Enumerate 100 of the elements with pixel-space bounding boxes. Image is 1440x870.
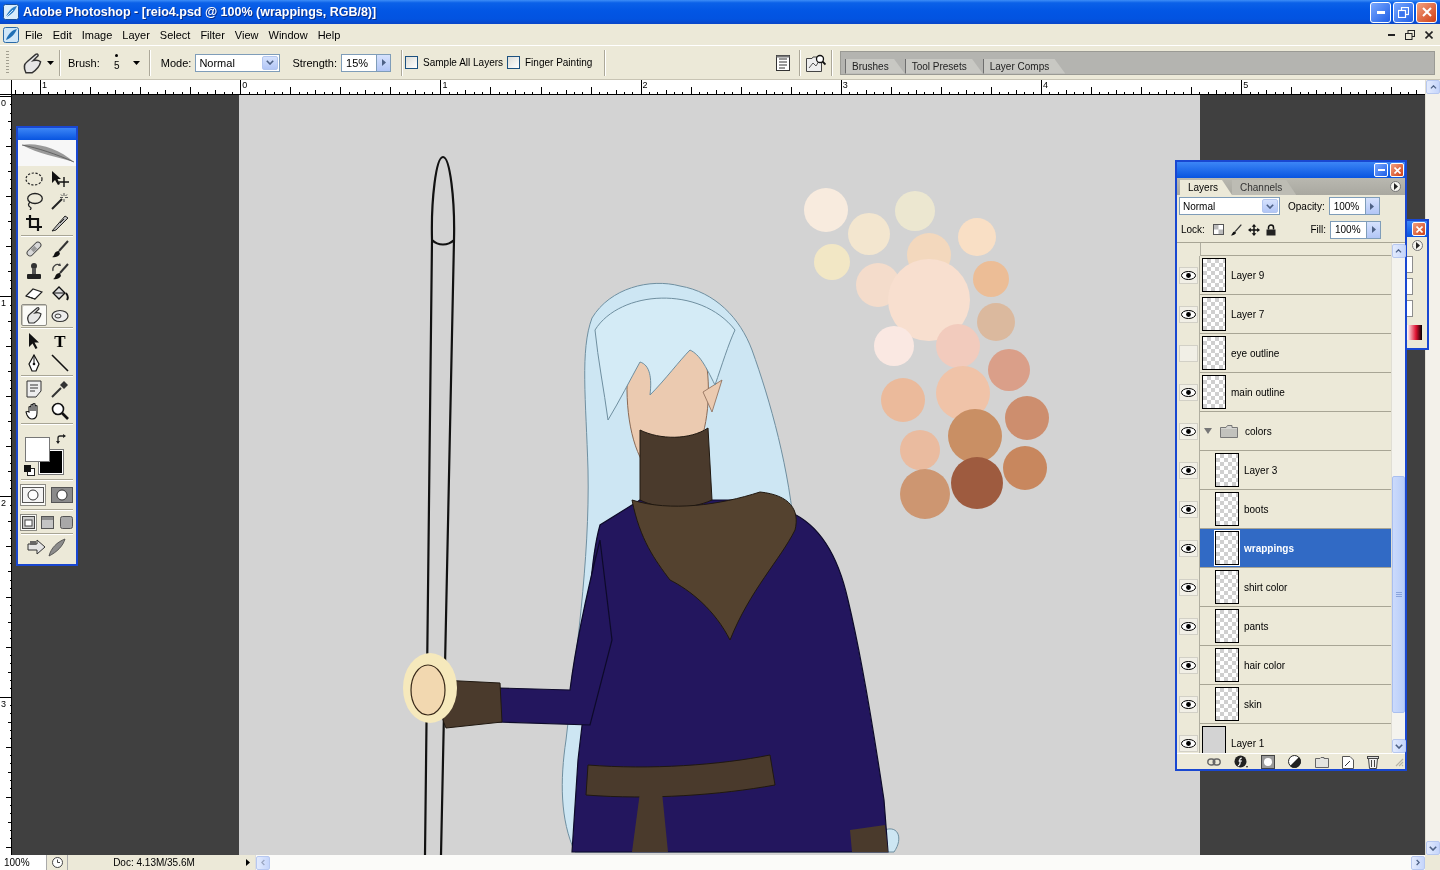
trash-icon[interactable] [1367,755,1379,769]
disclosure-triangle-icon[interactable] [1204,427,1212,435]
layer-row[interactable]: skin [1200,685,1391,724]
opacity-field[interactable]: 100% [1328,197,1365,215]
menu-item[interactable]: Window [263,25,313,44]
ruler-number: 3 [1,698,6,709]
layer-row[interactable]: pants [1200,607,1391,646]
visibility-toggle[interactable] [1178,579,1198,596]
layer-row[interactable]: Layer 7 [1200,295,1391,334]
palette-menu-button[interactable] [1412,240,1423,251]
fill-field[interactable]: 100% [1330,220,1366,239]
foreground-color-swatch[interactable] [25,437,50,462]
screen-mode-button[interactable] [38,513,56,531]
menu-item[interactable]: Layer [117,25,155,44]
blend-mode-dropdown[interactable]: Normal [1179,197,1280,215]
screen-mode-button[interactable] [19,513,37,531]
brush-picker[interactable]: 5 [109,49,142,76]
strength-field[interactable]: 15% [341,53,376,72]
checkbox[interactable] [507,56,520,69]
half-circle-icon[interactable] [1288,755,1302,769]
fill-slider-button[interactable] [1366,220,1381,239]
input-field[interactable] [1407,300,1413,317]
layer-row[interactable]: colors [1200,412,1391,451]
menu-item[interactable]: Select [154,25,196,44]
jump-button[interactable] [27,538,67,558]
visibility-toggle[interactable] [1178,735,1198,752]
scroll-down-button[interactable] [1426,841,1440,855]
restore-icon [1405,29,1415,40]
menu-item[interactable]: Help [312,25,346,44]
folder-magnifier-icon [805,53,826,72]
layer-row[interactable]: main outline [1200,373,1391,412]
menu-item[interactable]: Image [76,25,118,44]
palette-menu-button[interactable] [1390,181,1401,192]
visibility-toggle[interactable] [1178,384,1198,401]
default-colors-icon[interactable] [24,465,35,476]
vertical-scrollbar[interactable] [1425,80,1440,855]
folder-icon[interactable] [1315,756,1329,768]
palette-tab[interactable]: Layers [1180,180,1232,195]
visibility-toggle[interactable] [1178,345,1198,362]
scroll-up-button[interactable] [1391,244,1406,258]
mask-mode-button[interactable] [48,484,75,506]
tool-button[interactable]: T [47,330,73,352]
chain-link-icon[interactable] [1207,757,1221,767]
menu-item[interactable]: File [20,25,48,44]
eye-icon [1180,427,1196,436]
resize-grip-icon[interactable] [1395,757,1404,767]
visibility-toggle[interactable] [1178,696,1198,713]
scroll-down-button[interactable] [1391,739,1406,753]
visibility-toggle[interactable] [1178,306,1198,323]
checkbox[interactable] [405,56,418,69]
palette-tab[interactable]: Layer Comps [982,58,1066,74]
layer-row[interactable]: shirt color [1200,568,1391,607]
checkbox-label[interactable]: Finger Painting [525,57,593,68]
brush-icon[interactable] [1229,223,1242,236]
input-field[interactable] [1407,256,1413,273]
scroll-up-button[interactable] [1426,80,1440,94]
visibility-toggle[interactable] [1178,618,1198,635]
mask-icon[interactable] [1261,755,1275,769]
style-circle-icon[interactable] [1234,755,1248,769]
restore-button[interactable] [1403,27,1417,42]
palette-tab[interactable]: Brushes [845,58,905,74]
layer-row[interactable]: Layer 9 [1200,256,1391,295]
horizontal-scrollbar[interactable] [255,855,1425,870]
color-ramp[interactable] [1407,325,1422,340]
document-app-icon[interactable] [3,26,19,43]
toolbar-grip[interactable] [6,50,9,75]
layers-scrollbar[interactable] [1391,243,1405,753]
scroll-right-button[interactable] [1411,855,1425,870]
layer-row[interactable]: hair color [1200,646,1391,685]
tool-button[interactable] [21,304,47,326]
mask-mode-button[interactable] [19,484,46,506]
visibility-toggle[interactable] [1178,540,1198,557]
new-page-icon[interactable] [1342,755,1354,769]
visibility-toggle[interactable] [1178,657,1198,674]
scroll-thumb[interactable] [1392,476,1405,713]
visibility-toggle[interactable] [1178,423,1198,440]
mode-dropdown[interactable]: Normal [195,53,281,72]
layer-row[interactable]: Layer 3 [1200,451,1391,490]
palette-tab[interactable]: Tool Presets [904,58,983,74]
strength-slider-button[interactable] [376,53,391,72]
layer-row[interactable]: eye outline [1200,334,1391,373]
input-field[interactable] [1407,278,1413,295]
menu-item[interactable]: View [229,25,264,44]
layer-thumbnail [1215,687,1239,721]
checkbox-label[interactable]: Sample All Layers [423,57,504,68]
padlock-icon[interactable] [1265,223,1276,236]
screen-mode-button[interactable] [57,513,75,531]
visibility-toggle[interactable] [1178,501,1198,518]
history-brush-icon [51,262,69,280]
palette-tab[interactable]: Channels [1232,180,1297,195]
visibility-toggle[interactable] [1178,462,1198,479]
checker-square-icon[interactable] [1212,224,1224,235]
move-arrows-icon[interactable] [1247,223,1260,236]
layer-row[interactable]: wrappings [1200,529,1391,568]
menu-item[interactable]: Edit [47,25,77,44]
swap-arrows-icon[interactable] [56,434,67,445]
menu-item[interactable]: Filter [195,25,230,44]
zoom-field[interactable]: 100% [0,855,47,870]
visibility-toggle[interactable] [1178,267,1198,284]
ruler-number: 3 [842,80,848,90]
